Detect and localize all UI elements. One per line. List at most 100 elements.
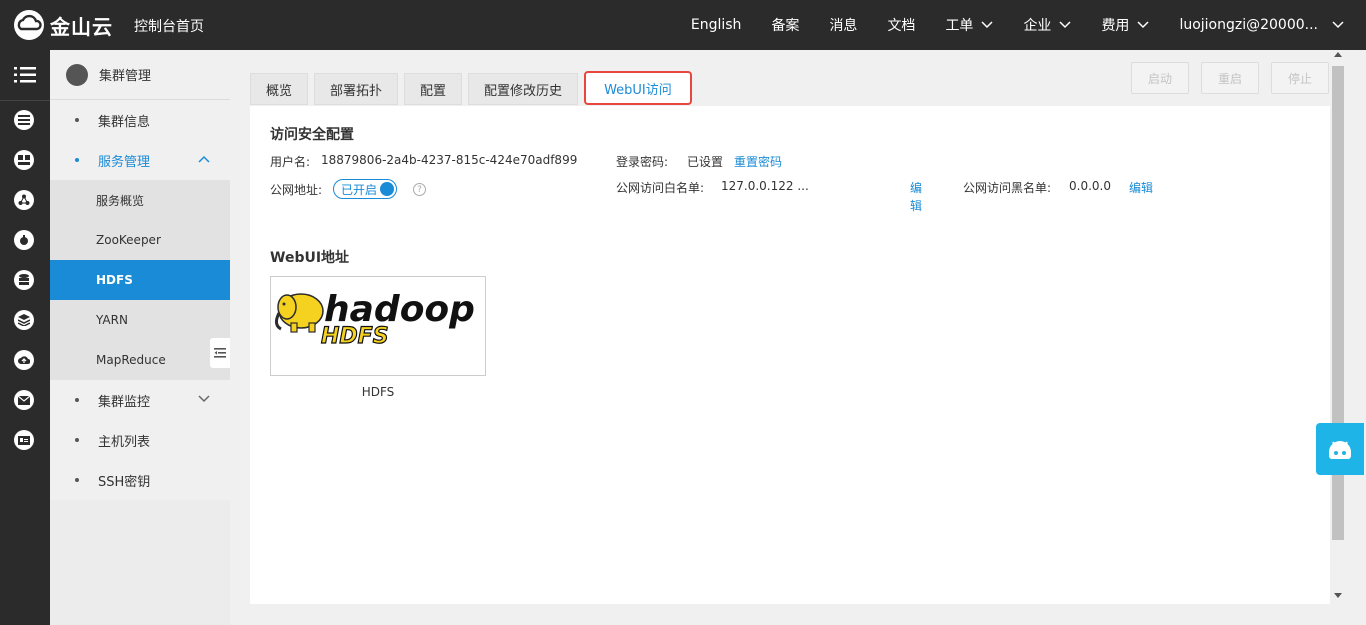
stop-button[interactable]: 停止 (1271, 62, 1329, 94)
sidebar-subitem-service-overview[interactable]: 服务概览 (50, 180, 230, 220)
chevron-up-icon (198, 155, 210, 163)
mail-icon[interactable] (14, 390, 34, 410)
logo[interactable]: 金山云 (12, 9, 113, 41)
chevron-down-icon (1332, 21, 1344, 29)
database-icon[interactable] (14, 270, 34, 290)
nav-billing[interactable]: 费用 (1101, 15, 1149, 35)
globe-icon (66, 63, 88, 86)
side-menu-header: 集群管理 (50, 50, 230, 100)
tab-config-history[interactable]: 配置修改历史 (468, 73, 579, 105)
public-address-label: 公网地址: (270, 183, 323, 197)
nav-filing-label: 备案 (771, 18, 800, 34)
blacklist-value: 0.0.0.0 (1069, 179, 1111, 193)
toggle-label: 已开启 (341, 182, 378, 197)
blacklist-edit-link[interactable]: 编辑 (1129, 179, 1153, 196)
sidebar-subitem-label: YARN (96, 313, 128, 327)
nav-user-account[interactable]: luojiongzi@20000... (1179, 17, 1344, 33)
service-actions: 启动 重启 停止 (1119, 62, 1329, 94)
hdfs-webui-card[interactable]: hadoop HDFS (270, 276, 486, 376)
chat-bot-icon (1329, 441, 1351, 459)
sidebar-item-cluster-info[interactable]: 集群信息 (50, 100, 230, 140)
sidebar-subitem-zookeeper[interactable]: ZooKeeper (50, 220, 230, 260)
console-home-link[interactable]: 控制台首页 (134, 16, 204, 36)
sidebar-item-host-list[interactable]: 主机列表 (50, 420, 230, 460)
start-button[interactable]: 启动 (1131, 62, 1189, 94)
whitelist-edit-link-line2[interactable]: 辑 (910, 197, 922, 214)
customer-service-button[interactable] (1316, 423, 1364, 475)
chevron-down-icon (981, 21, 993, 29)
blacklist-label: 公网访问黑名单: (963, 181, 1052, 195)
whitelist-edit-link-line1[interactable]: 编 (910, 179, 922, 196)
bullet-icon (75, 478, 79, 482)
logo-text: 金山云 (50, 14, 113, 39)
sidebar-subitem-label: ZooKeeper (96, 233, 161, 247)
logo-hdfs-text: HDFS (321, 324, 389, 349)
username-label: 用户名: (270, 155, 311, 169)
tab-webui-access[interactable]: WebUI访问 (584, 71, 692, 105)
top-bar: 金山云 控制台首页 English 备案 消息 文档 工单 企业 费用 luoj… (0, 0, 1366, 50)
nav-tickets-label: 工单 (945, 18, 974, 34)
reset-password-link[interactable]: 重置密码 (734, 153, 782, 170)
nav-english[interactable]: English (691, 17, 742, 33)
sidebar-item-cluster-monitor[interactable]: 集群监控 (50, 380, 230, 420)
scroll-up-arrow-icon[interactable] (1334, 52, 1342, 57)
chevron-down-icon (1137, 21, 1149, 29)
nav-enterprise[interactable]: 企业 (1023, 15, 1071, 35)
hdfs-card-caption: HDFS (361, 385, 395, 399)
restart-button[interactable]: 重启 (1201, 62, 1259, 94)
scroll-down-arrow-icon[interactable] (1334, 593, 1342, 598)
sidebar-subitem-label: MapReduce (96, 353, 166, 367)
id-card-icon[interactable] (14, 430, 34, 450)
layers-icon[interactable] (14, 310, 34, 330)
nav-enterprise-label: 企业 (1023, 18, 1052, 34)
cloud-upload-icon[interactable] (14, 350, 34, 370)
sidebar-subitem-hdfs[interactable]: HDFS (50, 260, 230, 300)
sidebar-collapse-toggle[interactable] (210, 338, 230, 368)
bug-icon[interactable] (14, 230, 34, 250)
kingsoft-cloud-logo-icon (14, 10, 44, 40)
service-tabs: 概览 部署拓扑 配置 配置修改历史 WebUI访问 (250, 71, 698, 107)
security-section-title: 访问安全配置 (270, 127, 354, 143)
tab-config[interactable]: 配置 (404, 73, 463, 105)
bullet-icon (75, 398, 79, 402)
tab-overview[interactable]: 概览 (250, 73, 309, 105)
help-icon[interactable]: ? (413, 183, 426, 196)
password-label: 登录密码: (616, 155, 669, 169)
public-address-toggle[interactable]: 已开启 (333, 179, 397, 199)
chevron-down-icon (198, 395, 210, 403)
top-nav: English 备案 消息 文档 工单 企业 费用 luojiongzi@200… (691, 0, 1366, 50)
sidebar-item-label: 集群监控 (98, 394, 151, 410)
whitelist-label: 公网访问白名单: (616, 181, 705, 195)
network-icon[interactable] (14, 190, 34, 210)
sidebar-item-label: 服务管理 (98, 154, 151, 170)
nav-messages[interactable]: 消息 (829, 15, 857, 35)
sidebar-item-ssh-keys[interactable]: SSH密钥 (50, 460, 230, 500)
username-value: 18879806-2a4b-4237-815c-424e70adf899 (321, 153, 578, 167)
webui-section-title: WebUI地址 (270, 250, 350, 266)
hadoop-hdfs-logo: hadoop HDFS (274, 289, 475, 350)
nav-tickets[interactable]: 工单 (945, 15, 993, 35)
nav-english-label: English (690, 17, 742, 33)
tab-deploy-topology[interactable]: 部署拓扑 (314, 73, 399, 105)
bullet-icon (75, 438, 79, 442)
side-menu-title: 集群管理 (99, 69, 152, 84)
sidebar-subitem-label: HDFS (96, 273, 133, 287)
gamepad-icon[interactable] (14, 150, 34, 170)
menu-icon[interactable] (14, 67, 36, 83)
rail-divider (0, 100, 50, 101)
nav-filing[interactable]: 备案 (771, 15, 799, 35)
sidebar-subitem-label: 服务概览 (96, 193, 145, 208)
sidebar-subitem-mapreduce[interactable]: MapReduce (50, 340, 230, 380)
nav-messages-label: 消息 (829, 18, 858, 34)
sidebar-subitem-yarn[interactable]: YARN (50, 300, 230, 340)
nav-docs[interactable]: 文档 (887, 15, 915, 35)
cluster-side-menu: 集群管理 集群信息 服务管理 服务概览 ZooKeeper HDFS YARN … (50, 50, 230, 625)
sidebar-item-label: 主机列表 (98, 434, 151, 450)
list-icon[interactable] (14, 110, 34, 130)
chevron-down-icon (1059, 21, 1071, 29)
sidebar-item-service-management[interactable]: 服务管理 (50, 140, 230, 180)
whitelist-value: 127.0.0.122 ... (721, 179, 809, 193)
bullet-icon (75, 118, 79, 122)
sidebar-item-label: 集群信息 (98, 114, 151, 130)
sidebar-item-label: SSH密钥 (98, 474, 151, 490)
